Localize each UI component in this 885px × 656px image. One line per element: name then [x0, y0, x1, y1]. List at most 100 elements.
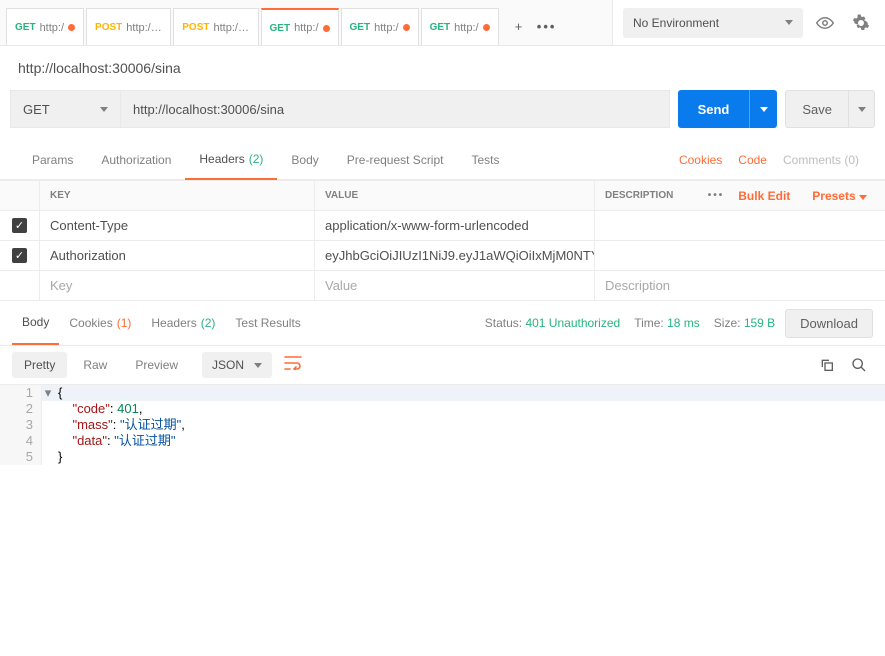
copy-button[interactable]	[813, 351, 841, 379]
chevron-down-icon	[760, 107, 768, 112]
tab-authorization[interactable]: Authorization	[87, 140, 185, 180]
comments-link[interactable]: Comments (0)	[775, 153, 867, 167]
header-desc-input[interactable]	[595, 211, 885, 240]
http-method: POST	[182, 22, 209, 33]
header-key-input[interactable]: Content-Type	[40, 211, 315, 240]
environment-label: No Environment	[633, 16, 719, 30]
tab-5[interactable]: GEThttp:/	[341, 8, 419, 45]
search-button[interactable]	[845, 351, 873, 379]
request-title: http://localhost:30006/sina	[0, 46, 885, 90]
http-method: POST	[95, 22, 122, 33]
resp-tab-tests[interactable]: Test Results	[225, 301, 310, 345]
method-select[interactable]: GET	[10, 90, 120, 128]
dirty-dot-icon	[68, 24, 75, 31]
gear-icon	[852, 14, 870, 32]
json-code: 401	[117, 401, 139, 416]
save-options[interactable]	[848, 90, 874, 128]
tab-6[interactable]: GEThttp:/	[421, 8, 499, 45]
tab-params[interactable]: Params	[18, 140, 87, 180]
code-link[interactable]: Code	[730, 153, 775, 167]
row-checkbox[interactable]: ✓	[12, 218, 27, 233]
col-key: KEY	[40, 181, 315, 210]
header-desc-input[interactable]	[595, 241, 885, 270]
line-number: 2	[0, 401, 42, 417]
table-row: ✓ Authorization eyJhbGciOiJIUzI1NiJ9.eyJ…	[0, 240, 885, 270]
tab-url: http:/	[454, 22, 478, 34]
view-pretty[interactable]: Pretty	[12, 352, 67, 378]
copy-icon	[819, 357, 835, 373]
tab-url: http:/	[40, 22, 64, 34]
tab-4[interactable]: GEThttp:/	[261, 8, 339, 45]
cookies-link[interactable]: Cookies	[671, 153, 730, 167]
fold-icon[interactable]: ▾	[42, 385, 54, 401]
plus-icon: +	[515, 19, 523, 34]
dots-icon: •••	[537, 19, 557, 34]
tab-url: http:/	[374, 22, 398, 34]
more-icon[interactable]: •••	[708, 190, 725, 201]
chevron-down-icon	[859, 195, 867, 200]
bulk-edit-link[interactable]: Bulk Edit	[730, 189, 798, 203]
tab-2[interactable]: POSThttp://lo	[86, 8, 171, 45]
time-value: 18 ms	[667, 316, 700, 330]
http-method: GET	[15, 22, 36, 33]
header-key-input[interactable]: Authorization	[40, 241, 315, 270]
view-raw[interactable]: Raw	[71, 352, 119, 378]
tabs-area: GEThttp:/ POSThttp://lo POSThttp://lo GE…	[0, 0, 612, 45]
line-number: 1	[0, 385, 42, 401]
download-button[interactable]: Download	[785, 309, 873, 338]
http-method: GET	[430, 22, 451, 33]
save-button[interactable]: Save	[785, 90, 875, 128]
dirty-dot-icon	[403, 24, 410, 31]
col-desc: DESCRIPTION	[595, 181, 705, 210]
env-preview-button[interactable]	[811, 9, 839, 37]
response-meta: Status: 401 Unauthorized Time: 18 ms Siz…	[485, 316, 775, 330]
line-number: 4	[0, 433, 42, 449]
chevron-down-icon	[100, 107, 108, 112]
header-value-input[interactable]: application/x-www-form-urlencoded	[315, 211, 595, 240]
tab-1[interactable]: GET http:/	[6, 8, 84, 45]
environment-select[interactable]: No Environment	[623, 8, 803, 38]
tabs-overflow-button[interactable]: •••	[533, 13, 561, 41]
col-value: VALUE	[315, 181, 595, 210]
http-method: GET	[350, 22, 371, 33]
row-checkbox[interactable]: ✓	[12, 248, 27, 263]
send-button[interactable]: Send	[678, 90, 778, 128]
url-input[interactable]: http://localhost:30006/sina	[120, 90, 670, 128]
search-icon	[851, 357, 867, 373]
tab-body[interactable]: Body	[277, 140, 332, 180]
chevron-down-icon	[858, 107, 866, 112]
status-value: 401 Unauthorized	[525, 316, 620, 330]
header-value-input[interactable]: Value	[315, 271, 595, 300]
resp-tab-cookies[interactable]: Cookies(1)	[59, 301, 141, 345]
line-number: 3	[0, 417, 42, 433]
new-tab-button[interactable]: +	[505, 13, 533, 41]
dirty-dot-icon	[483, 24, 490, 31]
header-desc-input[interactable]: Description	[595, 271, 885, 300]
tab-url: http:/	[294, 22, 318, 34]
tab-url: http://lo	[214, 22, 250, 34]
resp-tab-headers[interactable]: Headers(2)	[141, 301, 225, 345]
send-options[interactable]	[749, 90, 777, 128]
view-preview[interactable]: Preview	[123, 352, 190, 378]
presets-link[interactable]: Presets	[804, 189, 875, 203]
http-method: GET	[270, 23, 291, 34]
header-key-input[interactable]: Key	[40, 271, 315, 300]
chevron-down-icon	[785, 20, 793, 25]
wrap-lines-button[interactable]	[284, 356, 302, 375]
header-value-input[interactable]: eyJhbGciOiJIUzI1NiJ9.eyJ1aWQiOiIxMjM0NTY…	[315, 241, 595, 270]
json-mass: 认证过期	[125, 417, 177, 432]
tab-tests[interactable]: Tests	[457, 140, 513, 180]
settings-button[interactable]	[847, 9, 875, 37]
tab-prerequest[interactable]: Pre-request Script	[333, 140, 458, 180]
resp-tab-body[interactable]: Body	[12, 301, 59, 345]
tab-3[interactable]: POST http://lo	[173, 8, 258, 45]
save-label: Save	[786, 102, 848, 117]
size-value: 159 B	[744, 316, 775, 330]
response-body[interactable]: 1▾{ 2 "code": 401, 3 "mass": "认证过期", 4 "…	[0, 385, 885, 465]
format-select[interactable]: JSON	[202, 352, 272, 378]
wrap-icon	[284, 356, 302, 370]
tab-headers[interactable]: Headers(2)	[185, 140, 277, 180]
method-label: GET	[23, 102, 50, 117]
dirty-dot-icon	[323, 25, 330, 32]
line-number: 5	[0, 449, 42, 465]
